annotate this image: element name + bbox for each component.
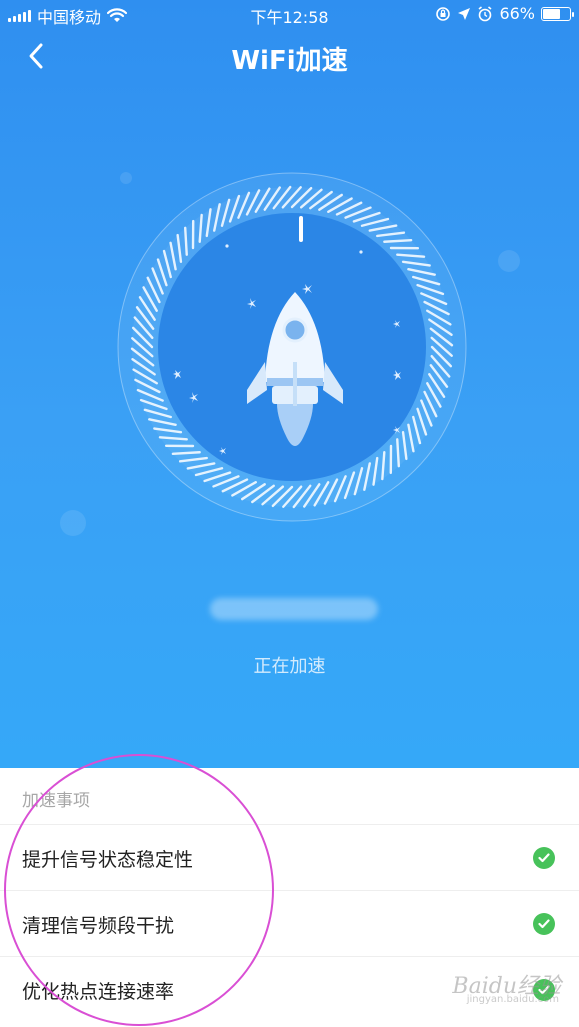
accelerating-status: 正在加速 — [253, 656, 326, 677]
alarm-icon — [478, 5, 492, 21]
battery-percent: 66% — [499, 4, 535, 23]
battery-icon — [541, 6, 574, 21]
dial-tick — [383, 238, 413, 243]
background-glow — [498, 250, 520, 272]
nav-bar: WiFi加速 — [0, 30, 579, 82]
location-arrow-icon — [458, 7, 471, 20]
page-title: WiFi加速 — [231, 46, 348, 76]
dial-tick — [171, 451, 201, 456]
annotation-circle — [4, 754, 274, 1026]
check-icon — [533, 913, 555, 935]
dial-tick — [396, 438, 401, 468]
speed-readout-blurred — [210, 598, 378, 620]
orientation-lock-icon — [436, 6, 451, 21]
dial-pointer — [299, 216, 303, 242]
check-icon — [533, 847, 555, 869]
background-glow — [60, 510, 86, 536]
status-bar: 中国移动 下午12:58 66% — [0, 0, 579, 28]
accelerator-panel: 中国移动 下午12:58 66% WiFi加速 正在加速 — [0, 0, 579, 768]
watermark-url: jingyan.baidu.com — [466, 994, 559, 1005]
speed-dial — [117, 172, 467, 522]
dial-tick — [183, 226, 188, 256]
